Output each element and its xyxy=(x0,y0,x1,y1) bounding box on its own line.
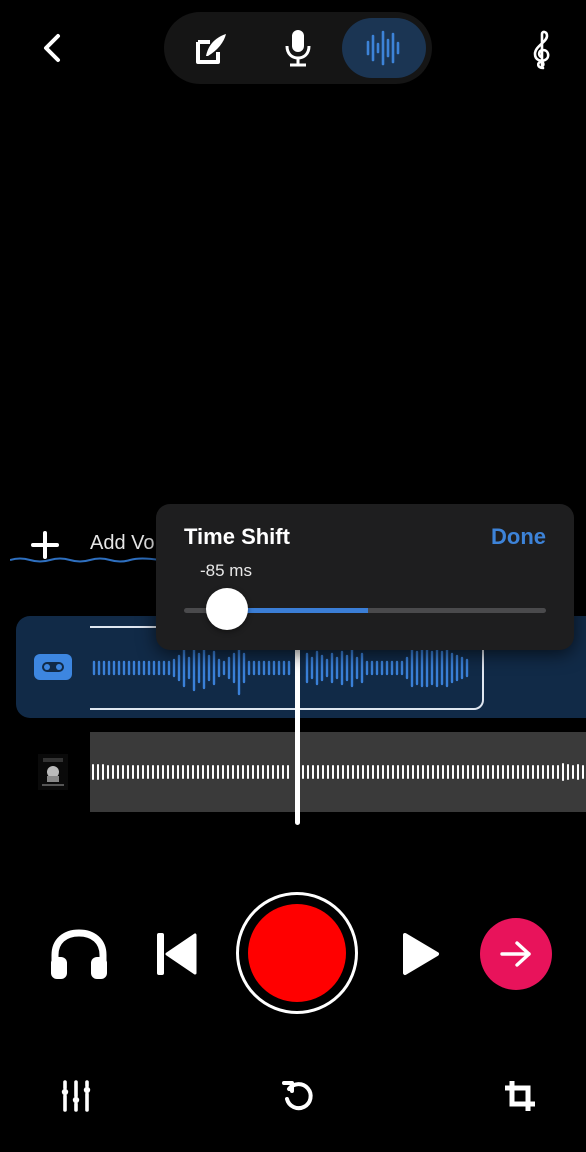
edit-pen-icon xyxy=(196,34,226,64)
beat-waveform xyxy=(92,763,584,781)
skip-back-icon xyxy=(157,933,197,975)
headphones-button[interactable] xyxy=(46,926,112,982)
crop-icon xyxy=(505,1081,535,1111)
beat-album-art xyxy=(38,754,68,790)
waveform-icon xyxy=(366,30,400,66)
timeline-wave-line xyxy=(10,557,160,563)
mode-waveform-button[interactable] xyxy=(342,18,426,78)
time-shift-slider-thumb[interactable] xyxy=(206,588,248,630)
time-shift-title: Time Shift xyxy=(184,524,290,549)
playhead[interactable] xyxy=(295,645,300,825)
mode-lyrics-button[interactable] xyxy=(170,18,254,78)
tuner-button[interactable] xyxy=(520,28,564,72)
sliders-icon xyxy=(61,1080,91,1112)
crop-button[interactable] xyxy=(500,1076,540,1116)
time-shift-slider-fill xyxy=(228,608,368,613)
time-shift-popover: Time Shift Done -85 ms xyxy=(156,504,574,650)
mixer-button[interactable] xyxy=(56,1076,96,1116)
treble-clef-icon xyxy=(533,30,550,70)
time-shift-value: -85 ms xyxy=(200,561,252,580)
chevron-left-icon xyxy=(44,34,60,62)
undo-button[interactable] xyxy=(278,1076,318,1116)
mode-record-button[interactable] xyxy=(256,18,340,78)
record-icon xyxy=(248,904,346,1002)
play-button[interactable] xyxy=(396,930,444,978)
back-button[interactable] xyxy=(34,30,70,66)
done-button[interactable]: Done xyxy=(491,524,546,550)
microphone-icon xyxy=(285,30,311,67)
arrow-right-icon xyxy=(500,941,531,967)
cassette-icon xyxy=(34,654,72,680)
record-button[interactable] xyxy=(236,892,358,1014)
play-icon xyxy=(403,933,439,975)
next-button[interactable] xyxy=(480,918,552,990)
undo-icon xyxy=(282,1081,313,1111)
add-voice-label: Add Vo xyxy=(90,532,155,554)
skip-back-button[interactable] xyxy=(152,930,200,978)
beat-track[interactable] xyxy=(90,732,586,812)
headphones-icon xyxy=(51,929,107,979)
